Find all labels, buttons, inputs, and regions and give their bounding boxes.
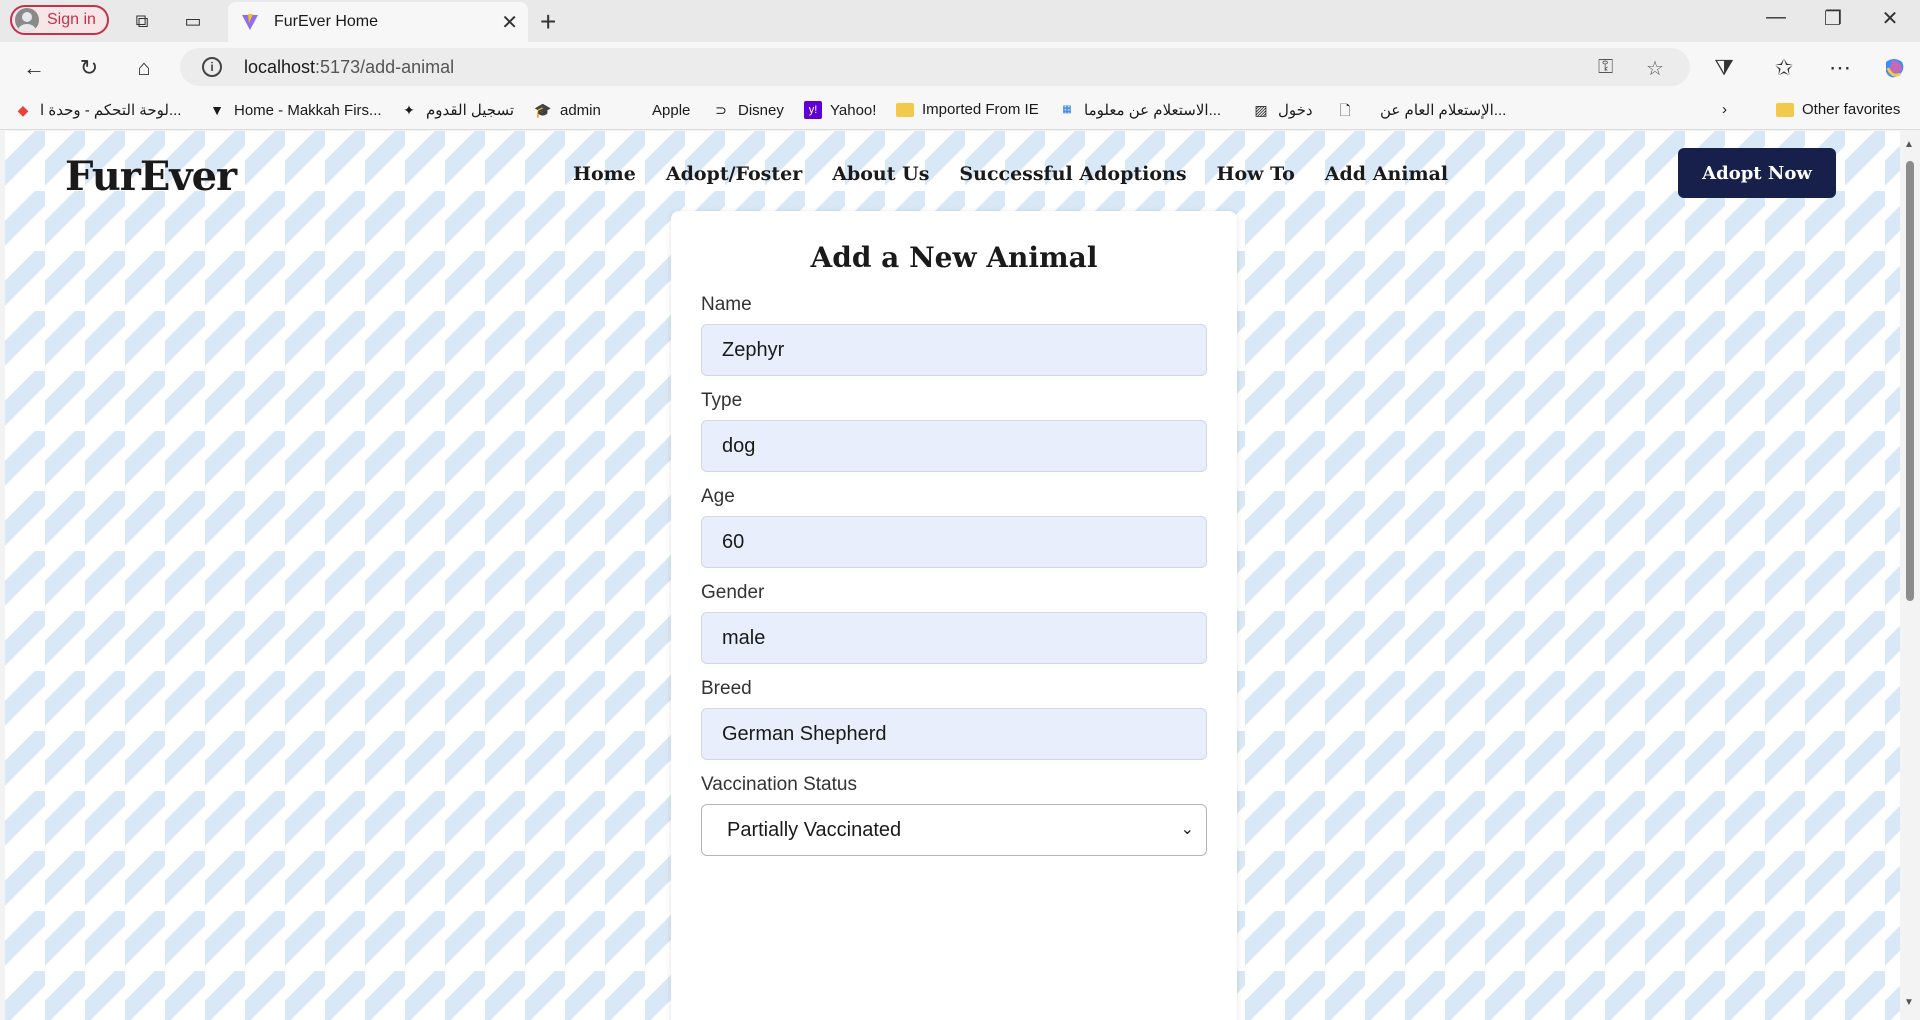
other-favorites-folder[interactable]: Other favorites	[1776, 101, 1900, 118]
adopt-now-button[interactable]: Adopt Now	[1678, 148, 1836, 198]
nav-add-animal[interactable]: Add Animal	[1325, 163, 1448, 185]
tab-close-icon[interactable]: ✕	[501, 10, 518, 35]
nav-home[interactable]: Home	[573, 163, 636, 185]
type-label: Type	[701, 390, 743, 411]
profile-signin-button[interactable]: Sign in	[10, 5, 109, 35]
bookmark-item[interactable]: ▨ دخول	[1252, 101, 1312, 119]
breed-label: Breed	[701, 678, 752, 699]
breed-input[interactable]: German Shepherd	[701, 708, 1207, 760]
bookmark-item[interactable]: Apple	[626, 101, 690, 119]
site-logo[interactable]: FurEver	[65, 153, 237, 200]
type-input[interactable]: dog	[701, 420, 1207, 472]
workspaces-icon[interactable]: ⧉	[130, 9, 154, 33]
scroll-up-icon[interactable]: ▲	[1904, 139, 1914, 150]
home-icon[interactable]: ⌂	[130, 54, 158, 82]
back-icon[interactable]: ←	[20, 54, 48, 82]
favorite-star-icon[interactable]: ☆	[1646, 56, 1664, 81]
vite-favicon-icon	[242, 14, 258, 30]
chevron-down-icon: ⌄	[1180, 821, 1194, 838]
site-info-icon[interactable]: i	[202, 57, 222, 77]
gender-label: Gender	[701, 582, 765, 603]
bookmark-item[interactable]: y! Yahoo!	[804, 101, 876, 119]
nav-successful-adoptions[interactable]: Successful Adoptions	[959, 163, 1186, 185]
close-window-icon[interactable]: ✕	[1870, 6, 1910, 31]
nav-adopt-foster[interactable]: Adopt/Foster	[666, 163, 802, 185]
url-text[interactable]: localhost:5173/add-animal	[244, 57, 454, 78]
folder-icon	[896, 102, 914, 117]
bookmark-item[interactable]: ✦ تسجيل القدوم	[400, 101, 514, 119]
bookmark-item[interactable]: ▼ Home - Makkah Firs...	[208, 101, 381, 119]
url-path: :5173/add-animal	[315, 56, 455, 77]
bookmark-item[interactable]: 🎓 admin	[534, 101, 601, 119]
page-scrollbar[interactable]: ▲ ▼	[1900, 131, 1920, 1020]
bookmark-item[interactable]: ◆ لوحة التحكم - وحدة ا...	[14, 101, 182, 119]
tab-title: FurEver Home	[274, 13, 379, 30]
site-nav: Home Adopt/Foster About Us Successful Ad…	[573, 163, 1448, 185]
gender-field-group: Gender male	[701, 582, 1207, 664]
scroll-down-icon[interactable]: ▼	[1904, 997, 1914, 1008]
bookmarks-bar: ◆ لوحة التحكم - وحدة ا... ▼ Home - Makkah …	[0, 92, 1920, 130]
name-input[interactable]: Zephyr	[701, 324, 1207, 376]
favorites-icon[interactable]: ✩	[1770, 54, 1798, 82]
bookmark-item[interactable]: ▦ الاستعلام عن معلوما...	[1058, 101, 1221, 119]
bookmarks-overflow-chevron-icon[interactable]: ›	[1722, 101, 1727, 118]
folder-icon	[1776, 102, 1794, 117]
age-field-group: Age 60	[701, 486, 1207, 568]
vaccination-status-select[interactable]: Partially Vaccinated ⌄	[701, 804, 1207, 856]
age-input[interactable]: 60	[701, 516, 1207, 568]
bookmark-folder[interactable]: Imported From IE	[896, 101, 1039, 118]
nav-about-us[interactable]: About Us	[832, 163, 929, 185]
copilot-icon[interactable]	[1880, 54, 1908, 82]
breed-field-group: Breed German Shepherd	[701, 678, 1207, 760]
browser-title-bar: Sign in ⧉ ▭ FurEver Home ✕ + — ❐ ✕	[0, 0, 1920, 42]
new-tab-icon[interactable]: +	[540, 6, 556, 38]
bookmark-item[interactable]: ⊃ Disney	[712, 101, 784, 119]
nav-how-to[interactable]: How To	[1217, 163, 1295, 185]
url-host: localhost	[244, 56, 316, 77]
bookmark-item[interactable]: الإستعلام العام عن...	[1380, 101, 1506, 119]
profile-avatar-icon	[15, 8, 39, 32]
vaccination-field-group: Vaccination Status Partially Vaccinated …	[701, 774, 1207, 856]
reload-icon[interactable]: ↻	[75, 54, 103, 82]
more-menu-icon[interactable]: ⋯	[1826, 54, 1854, 82]
age-label: Age	[701, 486, 735, 507]
minimize-icon[interactable]: —	[1756, 6, 1796, 29]
vaccination-label: Vaccination Status	[701, 774, 857, 795]
type-field-group: Type dog	[701, 390, 1207, 472]
scroll-thumb[interactable]	[1906, 161, 1914, 601]
tab-actions-icon[interactable]: ▭	[181, 9, 205, 33]
extensions-icon[interactable]: ⧩	[1710, 54, 1738, 82]
address-bar[interactable]: i localhost:5173/add-animal ⚿ ☆	[180, 48, 1690, 86]
vaccination-selected-value: Partially Vaccinated	[727, 818, 902, 841]
browser-toolbar: ← ↻ ⌂ i localhost:5173/add-animal ⚿ ☆ ⧩ …	[0, 42, 1920, 92]
name-label: Name	[701, 294, 752, 315]
restore-icon[interactable]: ❐	[1813, 6, 1853, 31]
add-animal-form: Add a New Animal Name Zephyr Type dog Ag…	[671, 211, 1237, 1020]
form-title: Add a New Animal	[810, 241, 1098, 274]
gender-input[interactable]: male	[701, 612, 1207, 664]
signin-label: Sign in	[47, 11, 96, 28]
bookmark-item[interactable]: 🗋	[1336, 101, 1362, 119]
page-viewport: FurEver Home Adopt/Foster About Us Succe…	[5, 131, 1900, 1020]
name-field-group: Name Zephyr	[701, 294, 1207, 376]
key-icon[interactable]: ⚿	[1598, 56, 1613, 79]
browser-tab[interactable]: FurEver Home ✕	[228, 2, 528, 42]
